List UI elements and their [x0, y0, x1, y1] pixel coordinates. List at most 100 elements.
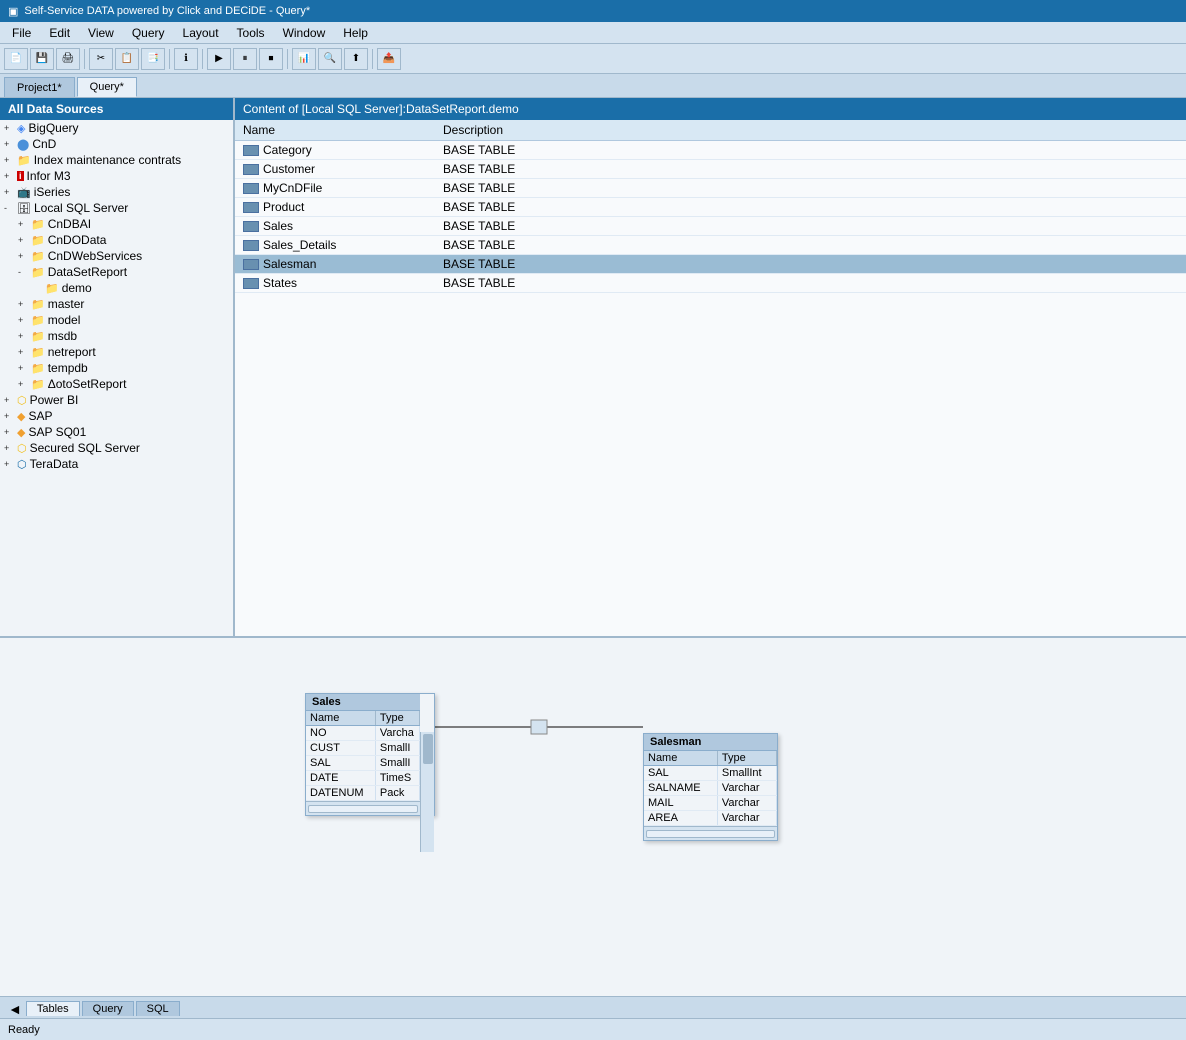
expand-icon[interactable]: + [18, 251, 28, 261]
tab-project1[interactable]: Project1* [4, 77, 75, 97]
table-row[interactable]: SalesmanBASE TABLE [235, 255, 1186, 274]
query-table-row[interactable]: DATETimeS [306, 771, 420, 786]
expand-icon[interactable]: + [18, 347, 28, 357]
query-table-row[interactable]: CUSTSmallI [306, 741, 420, 756]
menu-item-file[interactable]: File [4, 24, 39, 42]
table-cell-desc: BASE TABLE [435, 160, 1186, 179]
expand-icon[interactable]: + [4, 139, 14, 149]
tree-item-index-maintenance-contrats[interactable]: +📁Index maintenance contrats [0, 152, 233, 168]
tree-item-datasetreport[interactable]: -📁DataSetReport [0, 264, 233, 280]
toolbar-btn-10[interactable]: ▶ [207, 48, 231, 70]
bottom-tab-query[interactable]: Query [82, 1001, 134, 1016]
table-row[interactable]: SalesBASE TABLE [235, 217, 1186, 236]
tree-item-bigquery[interactable]: +◈BigQuery [0, 120, 233, 136]
expand-icon[interactable]: + [4, 123, 14, 133]
toolbar-btn-16[interactable]: ⬆ [344, 48, 368, 70]
toolbar-btn-18[interactable]: 📤 [377, 48, 401, 70]
toolbar-btn-5[interactable]: 📋 [115, 48, 139, 70]
sales-table-header: Sales [306, 694, 420, 711]
bottom-tab-tables[interactable]: Tables [26, 1001, 80, 1016]
query-table-row[interactable]: DATENUMPack [306, 786, 420, 801]
toolbar-separator [202, 49, 203, 69]
tree-item-cndwebservices[interactable]: +📁CnDWebServices [0, 248, 233, 264]
menu-item-help[interactable]: Help [335, 24, 376, 42]
tree-item-tempdb[interactable]: +📁tempdb [0, 360, 233, 376]
toolbar-btn-12[interactable]: ⏹ [259, 48, 283, 70]
content-table: Name Description CategoryBASE TABLECusto… [235, 120, 1186, 293]
table-row[interactable]: CategoryBASE TABLE [235, 141, 1186, 160]
expand-icon[interactable]: + [4, 155, 14, 165]
tree-item-secured-sql-server[interactable]: +⬡Secured SQL Server [0, 440, 233, 456]
tree-item-infor-m3[interactable]: +iInfor M3 [0, 168, 233, 184]
query-table-row[interactable]: NOVarcha [306, 726, 420, 741]
expand-icon[interactable]: + [18, 299, 28, 309]
sales-table[interactable]: SalesNameTypeNOVarchaCUSTSmallISALSmallI… [305, 693, 435, 816]
table-row[interactable]: MyCnDFileBASE TABLE [235, 179, 1186, 198]
toolbar-btn-6[interactable]: 📑 [141, 48, 165, 70]
query-table-row[interactable]: SALSmallInt [644, 766, 777, 781]
toolbar-btn-15[interactable]: 🔍 [318, 48, 342, 70]
expand-icon[interactable]: + [4, 171, 14, 181]
query-table-row[interactable]: SALNAMEVarchar [644, 781, 777, 796]
tree-item-cndbai[interactable]: +📁CnDBAI [0, 216, 233, 232]
tree-item-netreport[interactable]: +📁netreport [0, 344, 233, 360]
bottom-tab-sql[interactable]: SQL [136, 1001, 180, 1016]
menu-item-layout[interactable]: Layout [175, 24, 227, 42]
prev-nav[interactable]: ◄ [4, 1001, 26, 1017]
toolbar-btn-0[interactable]: 📄 [4, 48, 28, 70]
table-row[interactable]: CustomerBASE TABLE [235, 160, 1186, 179]
menu-item-view[interactable]: View [80, 24, 122, 42]
expand-icon[interactable]: + [18, 379, 28, 389]
tree-item-cnd[interactable]: +⬤CnD [0, 136, 233, 152]
menu-item-tools[interactable]: Tools [229, 24, 273, 42]
tree-item-sap[interactable]: +◆SAP [0, 408, 233, 424]
tree-label: Secured SQL Server [30, 441, 140, 455]
toolbar-btn-8[interactable]: ℹ [174, 48, 198, 70]
table-row[interactable]: StatesBASE TABLE [235, 274, 1186, 293]
toolbar-btn-2[interactable]: 🖨 [56, 48, 80, 70]
expand-icon[interactable]: + [18, 235, 28, 245]
tree-item-msdb[interactable]: +📁msdb [0, 328, 233, 344]
expand-icon[interactable]: + [18, 363, 28, 373]
salesman-table[interactable]: SalesmanNameTypeSALSmallIntSALNAMEVarcha… [643, 733, 778, 841]
tab-query[interactable]: Query* [77, 77, 137, 97]
tree-item-iseries[interactable]: +📺iSeries [0, 184, 233, 200]
expand-icon[interactable]: + [4, 443, 14, 453]
expand-icon[interactable]: - [18, 267, 28, 277]
expand-icon[interactable]: + [18, 331, 28, 341]
expand-icon[interactable]: + [4, 411, 14, 421]
expand-icon[interactable]: + [4, 395, 14, 405]
salesman-table-scrollbar[interactable] [644, 826, 777, 840]
tree-item-teradata[interactable]: +⬡TeraData [0, 456, 233, 472]
toolbar-btn-1[interactable]: 💾 [30, 48, 54, 70]
tree-item-demo[interactable]: 📁demo [0, 280, 233, 296]
expand-icon[interactable]: + [18, 315, 28, 325]
right-panel: Content of [Local SQL Server]:DataSetRep… [235, 98, 1186, 636]
tree-item-cndodata[interactable]: +📁CnDOData [0, 232, 233, 248]
query-table-row[interactable]: MAILVarchar [644, 796, 777, 811]
expand-icon[interactable]: + [18, 219, 28, 229]
toolbar-btn-4[interactable]: ✂ [89, 48, 113, 70]
toolbar-btn-14[interactable]: 📊 [292, 48, 316, 70]
table-row[interactable]: ProductBASE TABLE [235, 198, 1186, 217]
expand-icon[interactable]: + [4, 459, 14, 469]
expand-icon[interactable]: - [4, 203, 14, 213]
tree-item-local-sql-server[interactable]: -🗄Local SQL Server [0, 200, 233, 216]
tree-item-master[interactable]: +📁master [0, 296, 233, 312]
menu-item-edit[interactable]: Edit [41, 24, 78, 42]
table-row[interactable]: Sales_DetailsBASE TABLE [235, 236, 1186, 255]
tree-item-sap-sq01[interactable]: +◆SAP SQ01 [0, 424, 233, 440]
sales-table-scrollbar[interactable] [306, 801, 420, 815]
tree-item-δotosetreport[interactable]: +📁ΔotoSetReport [0, 376, 233, 392]
menu-item-window[interactable]: Window [275, 24, 334, 42]
tree-item-power-bi[interactable]: +⬡Power BI [0, 392, 233, 408]
tree-item-model[interactable]: +📁model [0, 312, 233, 328]
sales-table-vscroll[interactable] [420, 732, 434, 852]
query-table-row[interactable]: SALSmallI [306, 756, 420, 771]
toolbar-btn-11[interactable]: ⏸ [233, 48, 257, 70]
expand-icon[interactable]: + [4, 187, 14, 197]
menu-item-query[interactable]: Query [124, 24, 173, 42]
query-table-row[interactable]: AREAVarchar [644, 811, 777, 826]
expand-icon[interactable]: + [4, 427, 14, 437]
sales-table-col-type: Type [376, 711, 420, 725]
